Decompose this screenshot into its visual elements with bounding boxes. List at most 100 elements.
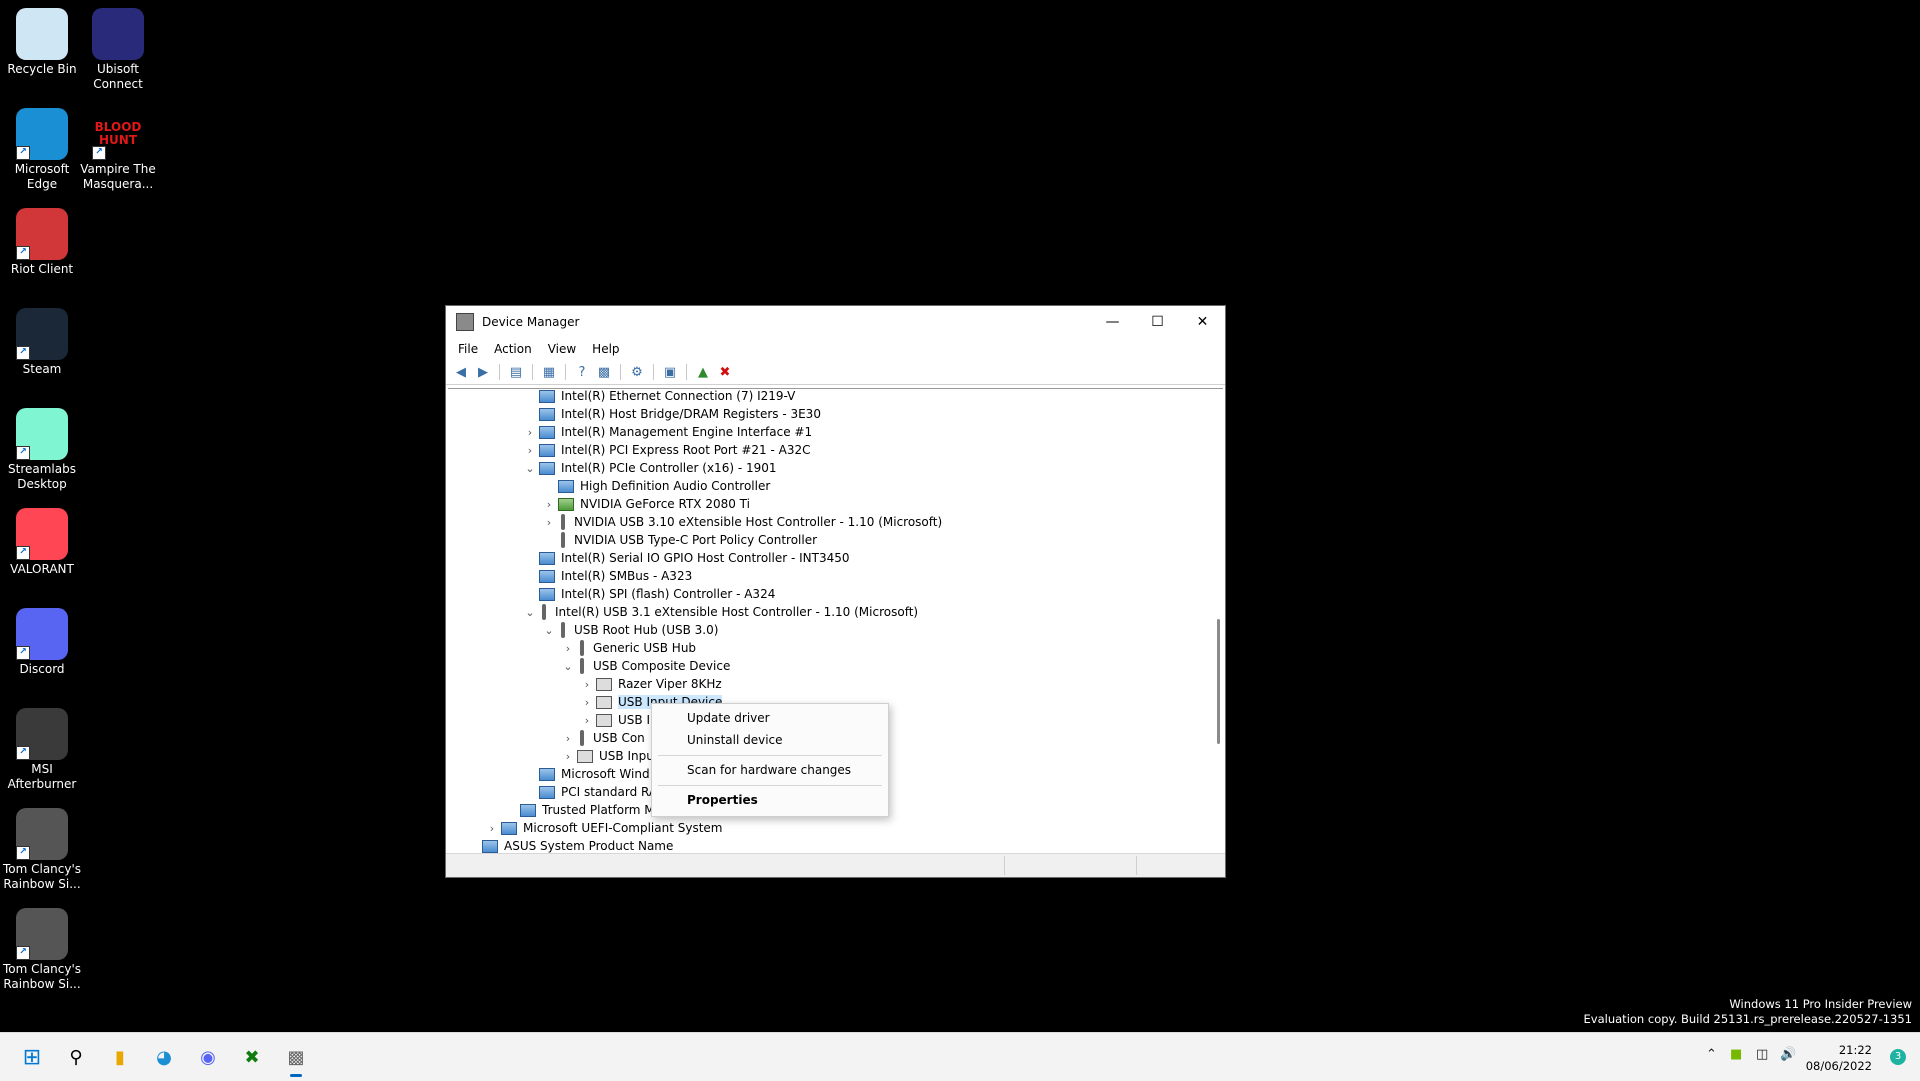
xbox-icon[interactable]: ✖ <box>236 1041 268 1073</box>
nvidia-icon[interactable]: ■ <box>1730 1047 1742 1062</box>
system-clock[interactable]: 21:22 08/06/2022 <box>1806 1042 1872 1074</box>
tree-node[interactable]: › Razer Viper 8KHz <box>578 675 722 693</box>
tree-node[interactable]: ⌄ Intel(R) PCIe Controller (x16) - 1901 <box>521 459 776 477</box>
collapse-chevron-icon[interactable]: ⌄ <box>559 660 577 673</box>
file-explorer-icon[interactable]: ▮ <box>104 1041 136 1073</box>
tree-node-label: NVIDIA USB Type-C Port Policy Controller <box>574 533 818 547</box>
desktop-icon-recycle-bin[interactable]: Recycle Bin <box>0 2 84 77</box>
expand-chevron-icon[interactable]: › <box>483 822 501 835</box>
desktop-icon-ubisoft[interactable]: Ubisoft Connect <box>76 2 160 92</box>
usb-device-icon <box>539 604 549 620</box>
tree-node[interactable]: › Intel(R) Management Engine Interface #1 <box>521 423 812 441</box>
desktop-icon-edge[interactable]: ↗ Microsoft Edge <box>0 102 84 192</box>
discord-icon[interactable]: ◉ <box>192 1041 224 1073</box>
expand-chevron-icon[interactable]: › <box>559 732 577 745</box>
maximize-button[interactable]: ☐ <box>1135 306 1180 338</box>
start-button-icon[interactable]: ⊞ <box>16 1041 48 1073</box>
tree-node[interactable]: › Intel(R) PCI Express Root Port #21 - A3… <box>521 441 811 459</box>
tree-node[interactable]: Intel(R) Host Bridge/DRAM Registers - 3E… <box>521 405 821 423</box>
action-pane-icon[interactable]: ▩ <box>595 363 613 381</box>
tree-node[interactable]: Intel(R) Ethernet Connection (7) I219-V <box>521 389 795 405</box>
desktop-icon-discord[interactable]: ↗ Discord <box>0 602 84 677</box>
desktop-icon-r6[interactable]: ↗ Tom Clancy's Rainbow Si... <box>0 902 84 992</box>
tree-node[interactable]: › NVIDIA USB 3.10 eXtensible Host Control… <box>540 513 942 531</box>
expand-chevron-icon[interactable]: › <box>578 678 596 691</box>
menu-help[interactable]: Help <box>584 340 627 358</box>
discord-icon: ↗ <box>16 608 68 660</box>
scan-hardware-menu-item[interactable]: Scan for hardware changes <box>687 763 851 777</box>
tree-node[interactable]: ASUS System Product Name <box>464 837 673 853</box>
desktop-icon-valorant[interactable]: ↗ VALORANT <box>0 502 84 577</box>
menu-file[interactable]: File <box>450 340 486 358</box>
help-icon[interactable]: ? <box>573 363 591 381</box>
desktop-icon-afterburner[interactable]: ↗ MSI Afterburner <box>0 702 84 792</box>
expand-chevron-icon[interactable]: › <box>578 696 596 709</box>
tree-node[interactable]: ⌄ Intel(R) USB 3.1 eXtensible Host Contro… <box>521 603 918 621</box>
expand-chevron-icon[interactable]: › <box>521 426 539 439</box>
properties-menu-item[interactable]: Properties <box>687 793 758 807</box>
desktop-icon-steam[interactable]: ↗ Steam <box>0 302 84 377</box>
back-icon[interactable]: ◀ <box>452 363 470 381</box>
search-icon[interactable]: ⚲ <box>60 1041 92 1073</box>
collapse-chevron-icon[interactable]: ⌄ <box>521 462 539 475</box>
tree-node[interactable]: Intel(R) Serial IO GPIO Host Controller … <box>521 549 850 567</box>
desktop-icon-label: Ubisoft Connect <box>93 62 143 91</box>
tree-node[interactable]: High Definition Audio Controller <box>540 477 770 495</box>
tree-node[interactable]: ⌄ USB Composite Device <box>559 657 730 675</box>
volume-icon[interactable]: 🔊 <box>1780 1047 1796 1062</box>
expand-chevron-icon[interactable]: › <box>559 750 577 763</box>
scan-hardware-icon[interactable]: ▣ <box>661 363 679 381</box>
desktop-icon-streamlabs[interactable]: ↗ Streamlabs Desktop <box>0 402 84 492</box>
menu-view[interactable]: View <box>540 340 584 358</box>
tree-node[interactable]: NVIDIA USB Type-C Port Policy Controller <box>540 531 817 549</box>
collapse-chevron-icon[interactable]: ⌄ <box>521 606 539 619</box>
desktop-icon-bloodhunt[interactable]: BLOOD HUNT ↗ Vampire The Masquera... <box>76 102 160 192</box>
vertical-scrollbar[interactable] <box>1217 619 1220 744</box>
expand-chevron-icon[interactable]: › <box>540 498 558 511</box>
expand-chevron-icon[interactable]: › <box>578 714 596 727</box>
properties-icon[interactable]: ▦ <box>540 363 558 381</box>
tree-node[interactable]: › USB I <box>578 711 650 729</box>
collapse-chevron-icon[interactable]: ⌄ <box>540 624 558 637</box>
device-manager-taskbar-icon[interactable]: ▩ <box>280 1041 312 1077</box>
system-device-icon <box>501 821 517 835</box>
update-driver-icon[interactable]: ⚙ <box>628 363 646 381</box>
title-bar[interactable]: Device Manager — ☐ ✕ <box>446 306 1225 338</box>
expand-chevron-icon[interactable]: › <box>540 516 558 529</box>
ubisoft-icon <box>92 8 144 60</box>
minimize-button[interactable]: — <box>1090 306 1135 338</box>
menu-action[interactable]: Action <box>486 340 540 358</box>
tree-node[interactable]: ⌄ USB Root Hub (USB 3.0) <box>540 621 718 639</box>
desktop-icon-riot[interactable]: ↗ Riot Client <box>0 202 84 277</box>
tree-node[interactable]: › USB Con <box>559 729 645 747</box>
notification-badge[interactable]: 3 <box>1890 1049 1906 1065</box>
show-hide-console-tree-icon[interactable]: ▤ <box>507 363 525 381</box>
network-icon[interactable]: ◫ <box>1756 1047 1768 1062</box>
close-button[interactable]: ✕ <box>1180 306 1225 338</box>
toolbar-separator <box>532 364 533 380</box>
tree-node[interactable]: Microsoft Wind <box>521 765 650 783</box>
update-driver-menu-item[interactable]: Update driver <box>687 711 770 725</box>
chevron-up-icon[interactable]: ⌃ <box>1706 1047 1717 1062</box>
tree-node[interactable]: Intel(R) SMBus - A323 <box>521 567 692 585</box>
uninstall-device-menu-item[interactable]: Uninstall device <box>687 733 783 747</box>
desktop-icon-label: Streamlabs Desktop <box>8 462 76 491</box>
tree-node[interactable]: › NVIDIA GeForce RTX 2080 Ti <box>540 495 750 513</box>
toolbar-separator <box>620 364 621 380</box>
expand-chevron-icon[interactable]: › <box>559 642 577 655</box>
tree-node[interactable]: › Microsoft UEFI-Compliant System <box>483 819 723 837</box>
window-title: Device Manager <box>482 315 580 329</box>
tree-node[interactable]: › USB Inpu <box>559 747 654 765</box>
tree-node[interactable]: Intel(R) SPI (flash) Controller - A324 <box>521 585 775 603</box>
tree-node[interactable]: › Generic USB Hub <box>559 639 696 657</box>
uninstall-device-icon[interactable]: ✖ <box>716 363 734 381</box>
edge-icon[interactable]: ◕ <box>148 1041 180 1073</box>
add-driver-icon[interactable]: ▲ <box>694 363 712 381</box>
tree-node[interactable]: PCI standard RA <box>521 783 657 801</box>
expand-chevron-icon[interactable]: › <box>521 444 539 457</box>
bloodhunt-icon: BLOOD HUNT ↗ <box>92 108 144 160</box>
shortcut-arrow-icon: ↗ <box>16 646 30 660</box>
shortcut-arrow-icon: ↗ <box>16 146 30 160</box>
forward-icon[interactable]: ▶ <box>474 363 492 381</box>
desktop-icon-r6[interactable]: ↗ Tom Clancy's Rainbow Si... <box>0 802 84 892</box>
